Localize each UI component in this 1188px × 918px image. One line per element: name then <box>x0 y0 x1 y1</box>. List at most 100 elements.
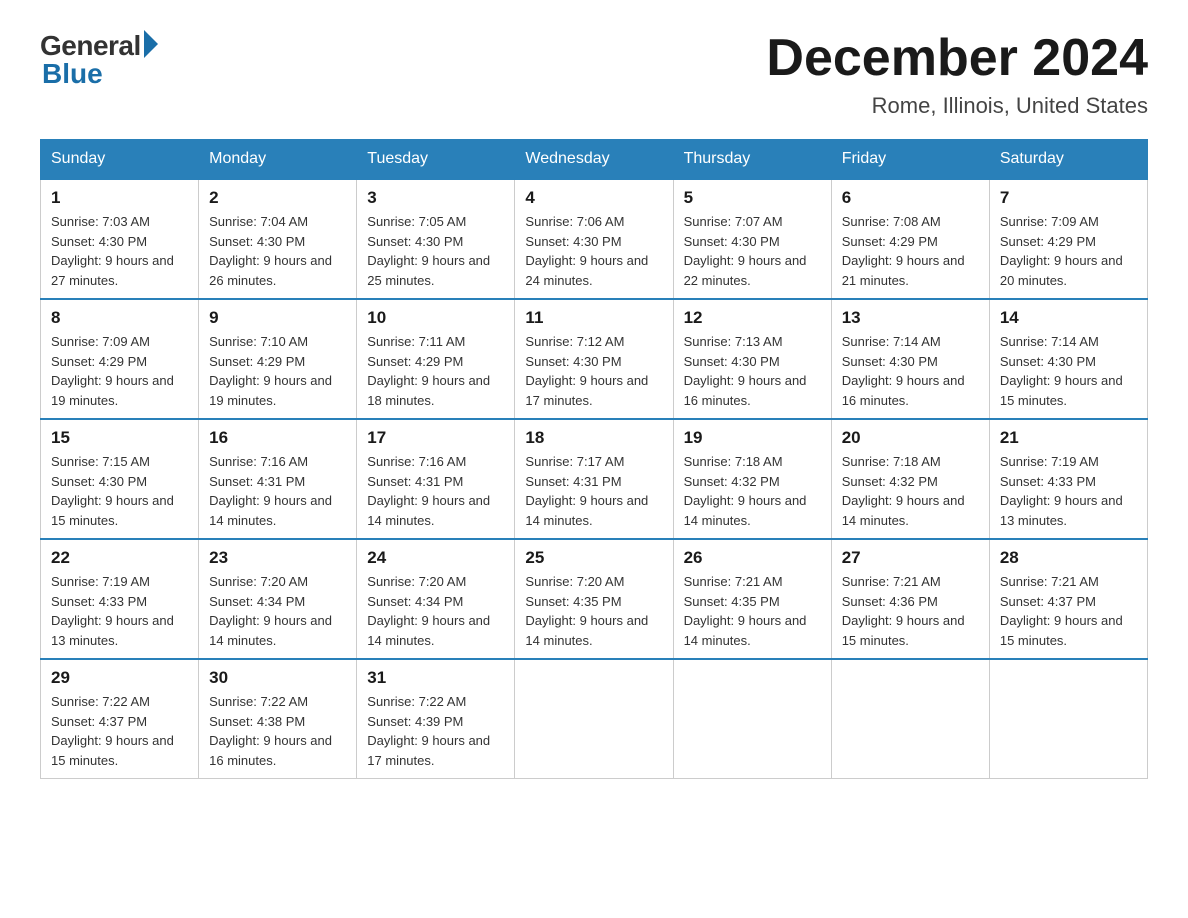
calendar-day-cell: 20 Sunrise: 7:18 AMSunset: 4:32 PMDaylig… <box>831 419 989 539</box>
calendar-day-cell: 30 Sunrise: 7:22 AMSunset: 4:38 PMDaylig… <box>199 659 357 779</box>
day-number: 18 <box>525 428 662 448</box>
logo: General Blue <box>40 30 158 90</box>
day-number: 9 <box>209 308 346 328</box>
calendar-week-row: 15 Sunrise: 7:15 AMSunset: 4:30 PMDaylig… <box>41 419 1148 539</box>
day-number: 10 <box>367 308 504 328</box>
calendar-day-cell: 12 Sunrise: 7:13 AMSunset: 4:30 PMDaylig… <box>673 299 831 419</box>
logo-blue-text: Blue <box>42 58 103 90</box>
calendar-day-cell: 7 Sunrise: 7:09 AMSunset: 4:29 PMDayligh… <box>989 179 1147 299</box>
day-number: 15 <box>51 428 188 448</box>
calendar-day-cell: 11 Sunrise: 7:12 AMSunset: 4:30 PMDaylig… <box>515 299 673 419</box>
calendar-header-row: SundayMondayTuesdayWednesdayThursdayFrid… <box>41 140 1148 180</box>
calendar-day-cell: 4 Sunrise: 7:06 AMSunset: 4:30 PMDayligh… <box>515 179 673 299</box>
calendar-day-cell: 19 Sunrise: 7:18 AMSunset: 4:32 PMDaylig… <box>673 419 831 539</box>
day-number: 1 <box>51 188 188 208</box>
calendar-day-cell <box>989 659 1147 779</box>
calendar-day-cell: 26 Sunrise: 7:21 AMSunset: 4:35 PMDaylig… <box>673 539 831 659</box>
day-info: Sunrise: 7:12 AMSunset: 4:30 PMDaylight:… <box>525 332 662 410</box>
day-number: 23 <box>209 548 346 568</box>
day-number: 12 <box>684 308 821 328</box>
day-info: Sunrise: 7:20 AMSunset: 4:34 PMDaylight:… <box>209 572 346 650</box>
day-info: Sunrise: 7:21 AMSunset: 4:35 PMDaylight:… <box>684 572 821 650</box>
day-number: 24 <box>367 548 504 568</box>
day-info: Sunrise: 7:16 AMSunset: 4:31 PMDaylight:… <box>209 452 346 530</box>
calendar-day-cell: 29 Sunrise: 7:22 AMSunset: 4:37 PMDaylig… <box>41 659 199 779</box>
day-number: 5 <box>684 188 821 208</box>
day-number: 7 <box>1000 188 1137 208</box>
calendar-day-cell: 16 Sunrise: 7:16 AMSunset: 4:31 PMDaylig… <box>199 419 357 539</box>
day-number: 19 <box>684 428 821 448</box>
day-number: 13 <box>842 308 979 328</box>
day-number: 8 <box>51 308 188 328</box>
calendar-day-cell: 24 Sunrise: 7:20 AMSunset: 4:34 PMDaylig… <box>357 539 515 659</box>
day-info: Sunrise: 7:06 AMSunset: 4:30 PMDaylight:… <box>525 212 662 290</box>
day-number: 21 <box>1000 428 1137 448</box>
calendar-day-cell: 13 Sunrise: 7:14 AMSunset: 4:30 PMDaylig… <box>831 299 989 419</box>
day-info: Sunrise: 7:04 AMSunset: 4:30 PMDaylight:… <box>209 212 346 290</box>
calendar-day-cell: 23 Sunrise: 7:20 AMSunset: 4:34 PMDaylig… <box>199 539 357 659</box>
day-number: 16 <box>209 428 346 448</box>
calendar-day-cell: 2 Sunrise: 7:04 AMSunset: 4:30 PMDayligh… <box>199 179 357 299</box>
day-info: Sunrise: 7:22 AMSunset: 4:37 PMDaylight:… <box>51 692 188 770</box>
day-number: 30 <box>209 668 346 688</box>
day-info: Sunrise: 7:22 AMSunset: 4:38 PMDaylight:… <box>209 692 346 770</box>
day-number: 28 <box>1000 548 1137 568</box>
day-of-week-header: Tuesday <box>357 140 515 180</box>
day-of-week-header: Monday <box>199 140 357 180</box>
calendar-day-cell: 28 Sunrise: 7:21 AMSunset: 4:37 PMDaylig… <box>989 539 1147 659</box>
day-info: Sunrise: 7:05 AMSunset: 4:30 PMDaylight:… <box>367 212 504 290</box>
day-info: Sunrise: 7:16 AMSunset: 4:31 PMDaylight:… <box>367 452 504 530</box>
day-info: Sunrise: 7:20 AMSunset: 4:34 PMDaylight:… <box>367 572 504 650</box>
day-number: 2 <box>209 188 346 208</box>
day-info: Sunrise: 7:08 AMSunset: 4:29 PMDaylight:… <box>842 212 979 290</box>
calendar-day-cell: 17 Sunrise: 7:16 AMSunset: 4:31 PMDaylig… <box>357 419 515 539</box>
calendar-day-cell: 22 Sunrise: 7:19 AMSunset: 4:33 PMDaylig… <box>41 539 199 659</box>
day-number: 27 <box>842 548 979 568</box>
day-number: 20 <box>842 428 979 448</box>
day-info: Sunrise: 7:14 AMSunset: 4:30 PMDaylight:… <box>842 332 979 410</box>
calendar-day-cell: 18 Sunrise: 7:17 AMSunset: 4:31 PMDaylig… <box>515 419 673 539</box>
location-subtitle: Rome, Illinois, United States <box>766 93 1148 119</box>
calendar-day-cell <box>673 659 831 779</box>
calendar-day-cell: 6 Sunrise: 7:08 AMSunset: 4:29 PMDayligh… <box>831 179 989 299</box>
day-number: 17 <box>367 428 504 448</box>
calendar-week-row: 22 Sunrise: 7:19 AMSunset: 4:33 PMDaylig… <box>41 539 1148 659</box>
calendar-day-cell: 1 Sunrise: 7:03 AMSunset: 4:30 PMDayligh… <box>41 179 199 299</box>
day-info: Sunrise: 7:07 AMSunset: 4:30 PMDaylight:… <box>684 212 821 290</box>
day-info: Sunrise: 7:19 AMSunset: 4:33 PMDaylight:… <box>51 572 188 650</box>
day-of-week-header: Wednesday <box>515 140 673 180</box>
calendar-day-cell: 10 Sunrise: 7:11 AMSunset: 4:29 PMDaylig… <box>357 299 515 419</box>
day-number: 29 <box>51 668 188 688</box>
day-number: 26 <box>684 548 821 568</box>
calendar-day-cell: 3 Sunrise: 7:05 AMSunset: 4:30 PMDayligh… <box>357 179 515 299</box>
calendar-day-cell <box>831 659 989 779</box>
day-of-week-header: Friday <box>831 140 989 180</box>
day-info: Sunrise: 7:11 AMSunset: 4:29 PMDaylight:… <box>367 332 504 410</box>
calendar-day-cell: 15 Sunrise: 7:15 AMSunset: 4:30 PMDaylig… <box>41 419 199 539</box>
day-info: Sunrise: 7:17 AMSunset: 4:31 PMDaylight:… <box>525 452 662 530</box>
calendar-week-row: 8 Sunrise: 7:09 AMSunset: 4:29 PMDayligh… <box>41 299 1148 419</box>
month-title: December 2024 <box>766 30 1148 87</box>
day-of-week-header: Thursday <box>673 140 831 180</box>
calendar-day-cell: 27 Sunrise: 7:21 AMSunset: 4:36 PMDaylig… <box>831 539 989 659</box>
day-info: Sunrise: 7:14 AMSunset: 4:30 PMDaylight:… <box>1000 332 1137 410</box>
day-number: 31 <box>367 668 504 688</box>
calendar-week-row: 1 Sunrise: 7:03 AMSunset: 4:30 PMDayligh… <box>41 179 1148 299</box>
day-info: Sunrise: 7:19 AMSunset: 4:33 PMDaylight:… <box>1000 452 1137 530</box>
calendar-day-cell: 9 Sunrise: 7:10 AMSunset: 4:29 PMDayligh… <box>199 299 357 419</box>
day-number: 25 <box>525 548 662 568</box>
calendar-day-cell: 5 Sunrise: 7:07 AMSunset: 4:30 PMDayligh… <box>673 179 831 299</box>
day-info: Sunrise: 7:10 AMSunset: 4:29 PMDaylight:… <box>209 332 346 410</box>
day-info: Sunrise: 7:21 AMSunset: 4:37 PMDaylight:… <box>1000 572 1137 650</box>
day-number: 14 <box>1000 308 1137 328</box>
day-info: Sunrise: 7:18 AMSunset: 4:32 PMDaylight:… <box>842 452 979 530</box>
logo-arrow-icon <box>144 30 158 58</box>
calendar-day-cell: 25 Sunrise: 7:20 AMSunset: 4:35 PMDaylig… <box>515 539 673 659</box>
calendar-day-cell: 8 Sunrise: 7:09 AMSunset: 4:29 PMDayligh… <box>41 299 199 419</box>
day-info: Sunrise: 7:09 AMSunset: 4:29 PMDaylight:… <box>1000 212 1137 290</box>
day-info: Sunrise: 7:15 AMSunset: 4:30 PMDaylight:… <box>51 452 188 530</box>
day-info: Sunrise: 7:18 AMSunset: 4:32 PMDaylight:… <box>684 452 821 530</box>
calendar-day-cell <box>515 659 673 779</box>
day-number: 4 <box>525 188 662 208</box>
day-info: Sunrise: 7:22 AMSunset: 4:39 PMDaylight:… <box>367 692 504 770</box>
